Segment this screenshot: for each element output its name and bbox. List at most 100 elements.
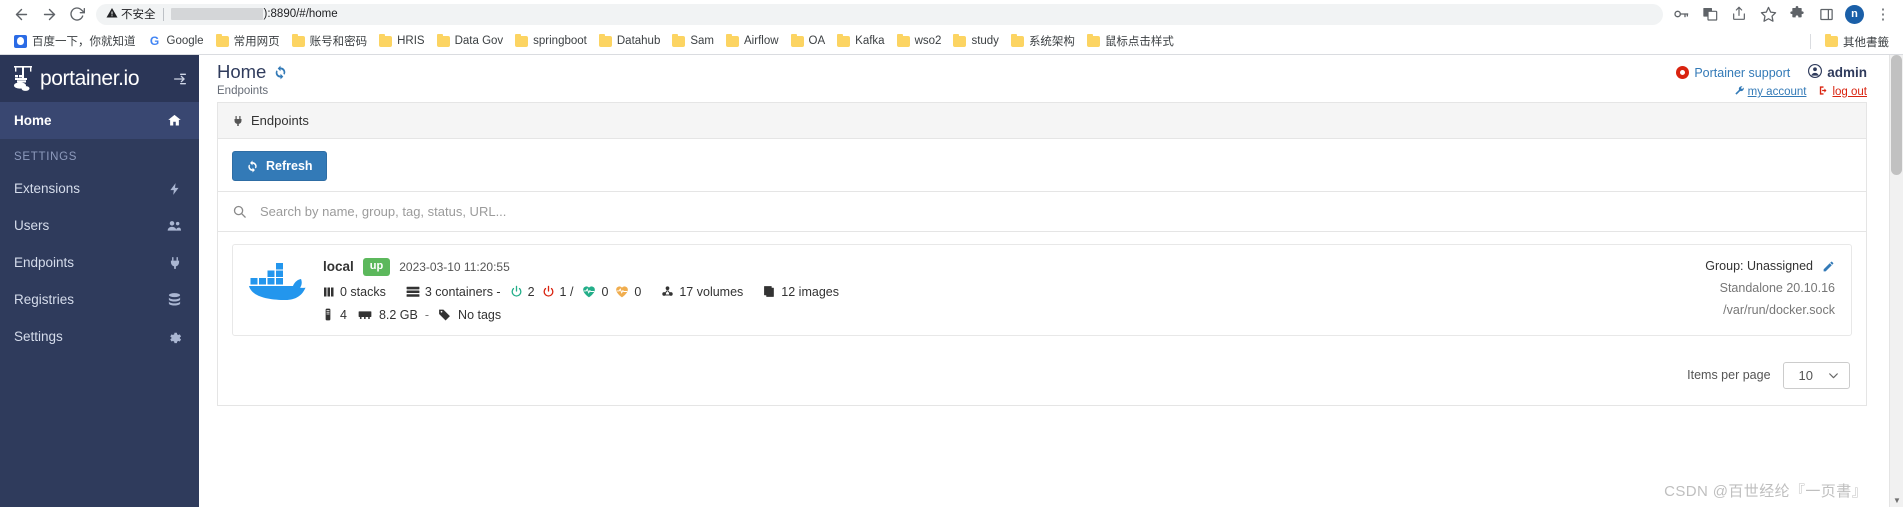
bookmark-folder-sam[interactable]: Sam [666, 33, 720, 49]
key-icon[interactable] [1671, 4, 1691, 24]
docker-whale-icon [247, 258, 309, 311]
endpoint-card-local[interactable]: local up 2023-03-10 11:20:55 0 stacks 3 … [232, 244, 1852, 336]
sidebar-item-label: Registries [14, 292, 75, 307]
other-bookmarks-label: 其他書籤 [1843, 36, 1889, 49]
google-icon: G [149, 34, 160, 48]
status-badge: up [362, 258, 391, 276]
warning-triangle-icon [106, 7, 118, 22]
endpoint-socket: /var/run/docker.sock [1723, 303, 1835, 317]
bookmark-label: HRIS [397, 35, 425, 47]
bookmark-folder-wso2[interactable]: wso2 [891, 33, 948, 49]
endpoint-group: Group: Unassigned [1705, 259, 1813, 273]
page-subtitle: Endpoints [217, 85, 269, 98]
main-content: Home Endpoints Portainer support admin m… [199, 55, 1889, 507]
share-icon[interactable] [1729, 4, 1749, 24]
folder-icon [1086, 33, 1100, 47]
bookmark-baidu[interactable]: 百度一下，你就知道 [8, 31, 142, 51]
user-circle-icon [1808, 64, 1823, 81]
heartbeat-healthy-icon [582, 285, 596, 298]
endpoint-list: local up 2023-03-10 11:20:55 0 stacks 3 … [218, 232, 1866, 336]
logout-link[interactable]: log out [1818, 85, 1867, 99]
sidebar-item-registries[interactable]: Registries [0, 281, 199, 318]
browser-toolbar-actions: n ⋮ [1671, 4, 1895, 24]
security-indicator[interactable]: 不安全 [106, 6, 156, 22]
browser-menu-icon[interactable]: ⋮ [1873, 4, 1893, 24]
sidebar-item-label: Home [14, 113, 52, 128]
page-title-text: Home [217, 61, 267, 82]
header-right: Portainer support admin my account log o… [1676, 62, 1867, 99]
plug-icon [232, 115, 244, 127]
stacks-icon [323, 286, 335, 298]
profile-avatar[interactable]: n [1845, 4, 1864, 24]
page-scrollbar[interactable]: ▲ ▼ [1889, 55, 1903, 507]
heartbeat-unhealthy-icon [615, 285, 629, 298]
current-user: admin [1808, 64, 1867, 81]
scrollbar-thumb[interactable] [1891, 55, 1902, 175]
bookmark-folder-data-gov[interactable]: Data Gov [431, 33, 510, 49]
page-title: Home [217, 61, 288, 82]
portainer-support-link[interactable]: Portainer support [1676, 66, 1790, 80]
bookmarks-divider [1810, 34, 1811, 49]
extensions-icon[interactable] [1787, 4, 1807, 24]
endpoint-name: local [323, 259, 354, 275]
cpu-value: 4 [340, 307, 347, 322]
translate-icon[interactable] [1700, 4, 1720, 24]
bookmark-label: 系统架构 [1028, 36, 1075, 48]
sidebar-brand[interactable]: portainer.io [0, 55, 199, 102]
address-bar[interactable]: 不安全 ):8890/#/home [96, 3, 1663, 25]
refresh-icon[interactable] [273, 65, 288, 80]
bookmark-folder-oa[interactable]: OA [785, 33, 832, 49]
baidu-icon [14, 34, 27, 48]
sidebar: portainer.io Home SETTINGS Extensions Us… [0, 55, 199, 507]
reload-icon[interactable] [64, 1, 90, 27]
bolt-icon [168, 182, 182, 196]
back-arrow-icon[interactable] [8, 1, 34, 27]
bookmark-folder-hris[interactable]: HRIS [373, 33, 430, 49]
memory-value: 8.2 GB [378, 307, 418, 322]
scroll-down-arrow-icon[interactable]: ▼ [1890, 493, 1903, 507]
cpu-icon [323, 308, 333, 321]
refresh-button[interactable]: Refresh [232, 151, 327, 181]
bookmark-google[interactable]: G Google [142, 32, 210, 50]
endpoint-stats: 0 stacks 3 containers - 2 1 / 0 0 17 vol… [323, 285, 1691, 299]
sidebar-item-home[interactable]: Home [0, 102, 199, 139]
refresh-button-label: Refresh [266, 159, 313, 173]
bookmark-label: Sam [690, 35, 715, 47]
stat-images: 12 images [763, 285, 839, 299]
folder-icon [515, 33, 529, 47]
star-icon[interactable] [1758, 4, 1778, 24]
sidebar-item-users[interactable]: Users [0, 207, 199, 244]
stat-value: 2 [527, 284, 535, 299]
bookmark-folder-xitongjiagou[interactable]: 系统架构 [1005, 31, 1081, 51]
sidebar-item-endpoints[interactable]: Endpoints [0, 244, 199, 281]
search-input[interactable] [258, 203, 778, 220]
stat-value: 0 [634, 284, 642, 299]
bookmark-folder-springboot[interactable]: springboot [509, 33, 593, 49]
sidebar-item-extensions[interactable]: Extensions [0, 170, 199, 207]
omnibox-divider [162, 7, 164, 21]
my-account-link[interactable]: my account [1734, 85, 1806, 99]
side-panel-icon[interactable] [1816, 4, 1836, 24]
other-bookmarks-folder[interactable]: 其他書籤 [1819, 32, 1895, 52]
bookmark-folder-shubiaodianjiyangshi[interactable]: 鼠标点击样式 [1081, 31, 1180, 51]
bookmark-folder-study[interactable]: study [947, 33, 1005, 49]
pencil-icon[interactable] [1822, 260, 1835, 273]
brand-name: portainer.io [40, 66, 140, 90]
collapse-sidebar-icon[interactable] [172, 71, 188, 87]
bookmark-label: study [971, 35, 999, 47]
bookmark-folder-passwords[interactable]: 账号和密码 [286, 31, 374, 51]
folder-icon [379, 33, 393, 47]
bookmark-folder-airflow[interactable]: Airflow [720, 33, 785, 49]
sidebar-item-settings[interactable]: Settings [0, 318, 199, 355]
bookmark-folder-datahub[interactable]: Datahub [593, 33, 666, 49]
bookmark-folder-changyongwangye[interactable]: 常用网页 [210, 31, 286, 51]
forward-arrow-icon[interactable] [36, 1, 62, 27]
bookmark-label: wso2 [914, 35, 942, 47]
stat-value: 3 containers - [424, 284, 501, 299]
panel-area: Endpoints Refresh Search by name, group,… [199, 102, 1889, 507]
endpoint-search-row [218, 191, 1866, 232]
panel-header: Endpoints [218, 103, 1866, 139]
items-per-page-select[interactable]: 10 [1782, 361, 1850, 389]
folder-icon [837, 33, 851, 47]
bookmark-folder-kafka[interactable]: Kafka [831, 33, 890, 49]
